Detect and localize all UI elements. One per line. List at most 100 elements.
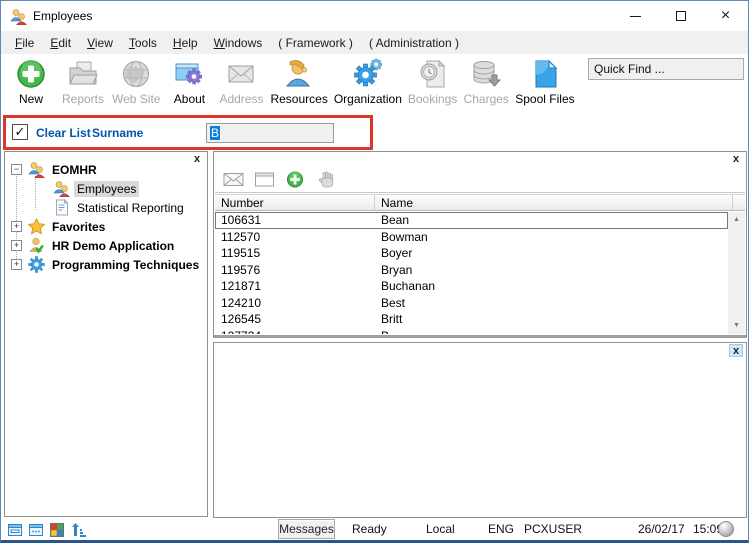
toolbar-button-organization[interactable]: Organization xyxy=(331,57,405,107)
minimize-button[interactable] xyxy=(613,1,658,31)
tree-item-label: Programming Techniques xyxy=(49,257,202,273)
spool-files-document-icon xyxy=(529,58,561,90)
window-layout-icon[interactable] xyxy=(7,522,23,538)
collapse-icon[interactable]: − xyxy=(11,164,22,175)
list-row[interactable]: 121871 Buchanan xyxy=(215,278,728,295)
toolbar-button-reports[interactable]: Reports xyxy=(57,57,109,107)
list-header: Number Name xyxy=(215,194,745,211)
tree-item-statistical-reporting[interactable]: Statistical Reporting xyxy=(47,198,207,217)
tree-item-hr-demo-application[interactable]: + HR Demo Application xyxy=(5,236,207,255)
list-row[interactable]: 112570 Bowman xyxy=(215,229,728,246)
toolbar-button-spool-files[interactable]: Spool Files xyxy=(512,57,577,107)
list-row[interactable]: 119576 Bryan xyxy=(215,262,728,279)
menu-windows[interactable]: Windows xyxy=(206,33,271,53)
menu-help[interactable]: Help xyxy=(165,33,206,53)
menu-edit[interactable]: Edit xyxy=(42,33,79,53)
clear-list-checkbox[interactable]: ✓ xyxy=(12,124,28,140)
scroll-up-icon[interactable]: ▲ xyxy=(728,212,745,228)
toolbar-label: Web Site xyxy=(112,92,160,106)
employee-number: 112570 xyxy=(215,230,375,244)
employee-number: 119576 xyxy=(215,263,375,277)
list-row[interactable]: 124210 Best xyxy=(215,295,728,312)
menu-framework[interactable]: ( Framework ) xyxy=(270,33,361,53)
filter-row: ✓ Clear List Surname B xyxy=(3,115,373,150)
mail-icon[interactable] xyxy=(223,171,245,188)
employee-number: 127734 xyxy=(215,329,375,334)
menu-administration[interactable]: ( Administration ) xyxy=(361,33,467,53)
list-row[interactable]: 126545 Britt xyxy=(215,311,728,328)
employees-group-icon xyxy=(28,161,45,178)
column-header-number[interactable]: Number xyxy=(215,195,375,210)
status-ready: Ready xyxy=(352,522,387,536)
tree-guide-line xyxy=(35,176,36,210)
messages-button[interactable]: Messages xyxy=(278,519,335,539)
title-bar: Employees × xyxy=(1,1,748,31)
vertical-scrollbar[interactable]: ▲ ▼ xyxy=(728,212,745,334)
status-local: Local xyxy=(426,522,455,536)
close-button[interactable]: × xyxy=(703,1,748,31)
tree-item-eomhr[interactable]: − EOMHR xyxy=(5,160,207,179)
menu-file[interactable]: File xyxy=(7,33,42,53)
close-detail-panel-button[interactable]: x xyxy=(729,344,743,357)
quick-find-input[interactable] xyxy=(588,58,744,80)
gear-icon xyxy=(28,256,45,273)
toolbar-button-web-site[interactable]: Web Site xyxy=(109,57,163,107)
column-header-name[interactable]: Name xyxy=(375,195,733,210)
close-list-panel-button[interactable]: x xyxy=(729,153,743,166)
window-grid-icon[interactable] xyxy=(28,522,44,538)
report-document-icon xyxy=(53,199,70,216)
toolbar-button-charges[interactable]: Charges xyxy=(460,57,512,107)
web-site-globe-icon xyxy=(120,58,152,90)
window-controls: × xyxy=(613,1,748,31)
employee-name: Best xyxy=(375,296,728,310)
window-title: Employees xyxy=(33,9,92,23)
tree-item-label: HR Demo Application xyxy=(49,238,177,254)
tree-item-programming-techniques[interactable]: + Programming Techniques xyxy=(5,255,207,274)
status-language: ENG xyxy=(488,522,514,536)
scroll-down-icon[interactable]: ▼ xyxy=(728,318,745,334)
toolbar-button-resources[interactable]: Resources xyxy=(267,57,330,107)
menu-tools[interactable]: Tools xyxy=(121,33,165,53)
sort-ascending-icon[interactable] xyxy=(71,522,87,538)
tree-item-label: EOMHR xyxy=(49,162,100,178)
toolbar-label: Charges xyxy=(464,92,509,106)
toolbar-label: About xyxy=(174,92,205,106)
toolbar-button-new[interactable]: New xyxy=(5,57,57,107)
toolbar-label: Bookings xyxy=(408,92,457,106)
toolbar-button-address[interactable]: Address xyxy=(215,57,267,107)
clear-list-label: Clear List xyxy=(36,126,91,140)
maximize-button[interactable] xyxy=(658,1,703,31)
tree-item-employees[interactable]: Employees xyxy=(47,179,207,198)
add-record-icon[interactable] xyxy=(285,171,307,188)
list-row-partial[interactable]: 127734 B xyxy=(215,328,728,335)
list-row[interactable]: 106631 Bean xyxy=(215,212,728,229)
employee-name: Boyer xyxy=(375,246,728,260)
menu-bar: File Edit View Tools Help Windows ( Fram… xyxy=(1,31,748,54)
app-window: Employees × File Edit View Tools Help Wi… xyxy=(0,0,749,543)
employee-name: B xyxy=(375,329,728,334)
expand-icon[interactable]: + xyxy=(11,240,22,251)
expand-icon[interactable]: + xyxy=(11,259,22,270)
employee-name: Bean xyxy=(375,213,728,227)
employee-name: Britt xyxy=(375,312,728,326)
menu-view[interactable]: View xyxy=(79,33,121,53)
surname-input[interactable]: B xyxy=(206,123,334,143)
toolbar-label: Spool Files xyxy=(515,92,574,106)
employees-group-icon xyxy=(53,180,70,197)
hand-icon[interactable] xyxy=(316,171,338,188)
employee-number: 124210 xyxy=(215,296,375,310)
status-bar: Messages Ready Local ENG PCXUSER 26/02/1… xyxy=(1,519,748,541)
employee-number: 106631 xyxy=(215,213,375,227)
surname-label: Surname xyxy=(92,126,143,140)
employees-list-panel: x xyxy=(213,151,747,338)
toolbar-button-about[interactable]: About xyxy=(163,57,215,107)
window-icon[interactable] xyxy=(254,171,276,188)
expand-icon[interactable]: + xyxy=(11,221,22,232)
toolbar-button-bookings[interactable]: Bookings xyxy=(405,57,460,107)
tree-item-label: Employees xyxy=(74,181,139,197)
color-grid-icon[interactable] xyxy=(49,522,65,538)
list-row[interactable]: 119515 Boyer xyxy=(215,245,728,262)
star-icon xyxy=(28,218,45,235)
close-icon: × xyxy=(721,8,730,24)
tree-item-favorites[interactable]: + Favorites xyxy=(5,217,207,236)
